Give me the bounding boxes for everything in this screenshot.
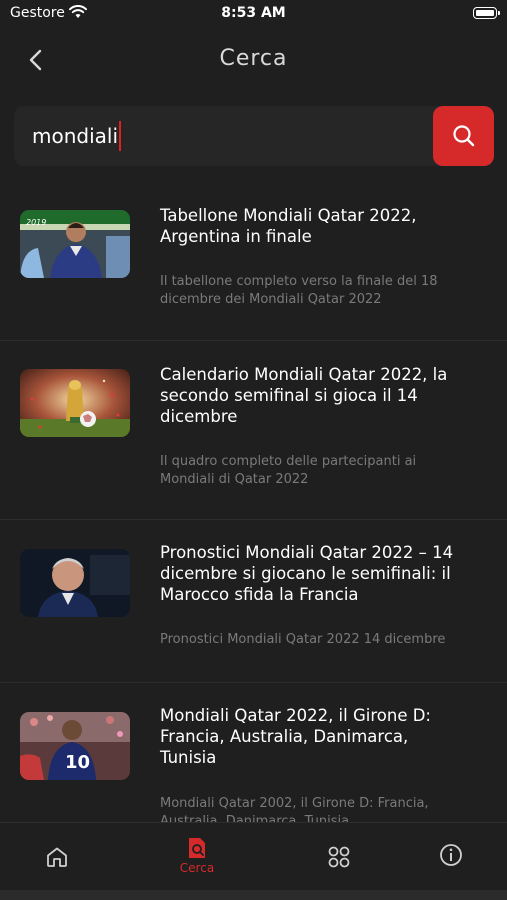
clock: 8:53 AM xyxy=(221,5,286,21)
results-list: 2019 Tabellone Mondiali Qatar 2022, Arge… xyxy=(0,180,507,822)
page-title: Cerca xyxy=(219,46,288,71)
header: Cerca xyxy=(0,40,507,80)
list-item[interactable]: Calendario Mondiali Qatar 2022, la secon… xyxy=(0,341,507,520)
article-summary: Mondiali Qatar 2002, il Girone D: Franci… xyxy=(160,796,429,822)
home-indicator-area xyxy=(0,890,507,900)
search-bar: mondiali xyxy=(14,106,494,166)
search-icon xyxy=(452,125,474,147)
article-title: Tabellone Mondiali Qatar 2022, Argentina… xyxy=(160,206,417,246)
text-caret xyxy=(119,121,122,151)
thumbnail-text: 2019 xyxy=(26,218,47,227)
info-icon xyxy=(440,844,462,866)
list-item[interactable]: 10 Mondiali Qatar 2022, il Girone D: Fra… xyxy=(0,683,507,822)
article-thumbnail xyxy=(20,369,130,437)
article-thumbnail: 10 xyxy=(20,712,130,780)
article-title: Mondiali Qatar 2022, il Girone D: Franci… xyxy=(160,706,431,767)
search-input[interactable]: mondiali xyxy=(32,121,122,151)
tab-search[interactable]: Cerca xyxy=(157,823,237,891)
article-thumbnail xyxy=(20,549,130,617)
status-bar: Gestore 8:53 AM xyxy=(0,0,507,28)
list-item[interactable]: Pronostici Mondiali Qatar 2022 – 14 dice… xyxy=(0,520,507,683)
article-thumbnail: 2019 xyxy=(20,210,130,278)
home-icon xyxy=(47,847,67,867)
grid-icon xyxy=(328,846,350,868)
list-item[interactable]: 2019 Tabellone Mondiali Qatar 2022, Arge… xyxy=(0,180,507,341)
search-document-icon xyxy=(189,838,205,858)
tab-search-label: Cerca xyxy=(179,861,215,875)
tab-info[interactable] xyxy=(411,823,491,891)
article-title: Pronostici Mondiali Qatar 2022 – 14 dice… xyxy=(160,543,454,604)
thumbnail-text: 10 xyxy=(65,752,91,773)
tab-home[interactable] xyxy=(17,823,97,891)
article-summary: Il tabellone completo verso la finale de… xyxy=(160,274,438,307)
search-input-value: mondiali xyxy=(32,124,119,148)
article-summary: Pronostici Mondiali Qatar 2022 14 dicemb… xyxy=(160,632,446,647)
article-summary: Il quadro completo delle partecipanti ai… xyxy=(160,454,417,487)
tab-categories[interactable] xyxy=(299,823,379,891)
tab-bar: Cerca xyxy=(0,822,507,891)
search-button[interactable] xyxy=(433,106,494,166)
battery-icon xyxy=(473,7,500,19)
article-title: Calendario Mondiali Qatar 2022, la secon… xyxy=(160,365,448,426)
